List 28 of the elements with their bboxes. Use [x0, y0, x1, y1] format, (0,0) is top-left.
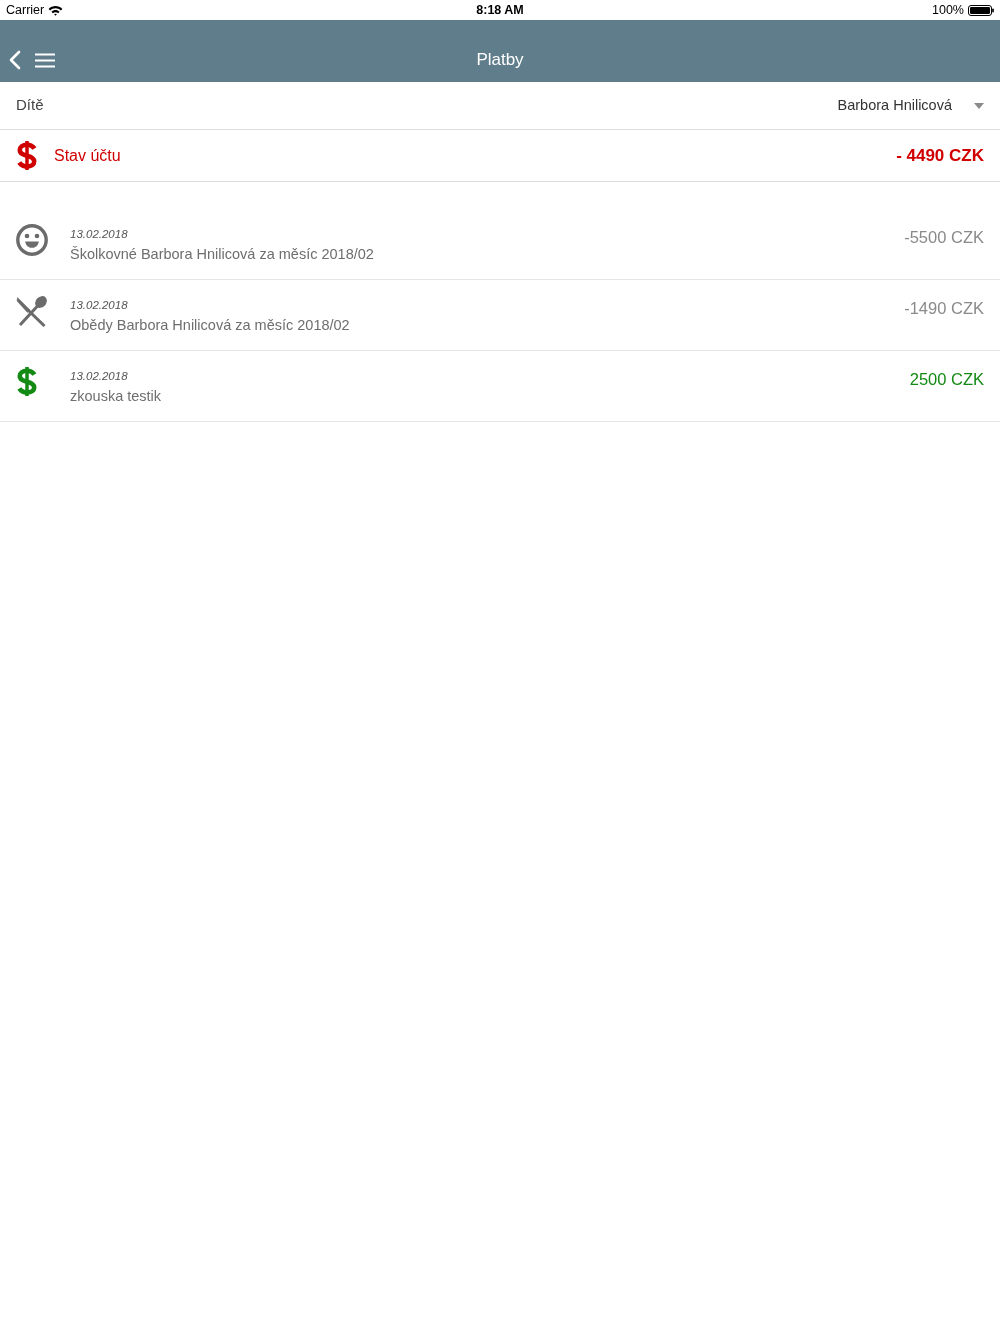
back-icon: [8, 50, 21, 70]
page-title: Platby: [476, 49, 524, 72]
dollar-icon: [16, 366, 38, 397]
payment-date: 13.02.2018: [70, 298, 129, 312]
payment-amount: 2500 CZK: [909, 369, 984, 390]
back-button[interactable]: [8, 50, 21, 70]
payment-amount: -1490 CZK: [904, 298, 984, 319]
payment-date: 13.02.2018: [70, 369, 129, 383]
child-label: Dítě: [16, 95, 44, 116]
payment-description: zkouska testik: [70, 387, 162, 406]
payment-description: Školkovné Barbora Hnilicová za měsíc 2018/02: [70, 245, 374, 264]
battery-icon: [968, 4, 994, 16]
dropdown-caret-icon: [974, 102, 984, 109]
payment-amount: -5500 CZK: [904, 227, 984, 248]
child-select[interactable]: Barbora Hnilicová: [837, 94, 984, 117]
menu-button[interactable]: [35, 52, 55, 68]
payment-date: 13.02.2018: [70, 227, 129, 241]
balance-label: Stav účtu: [54, 145, 121, 166]
dollar-icon: [16, 140, 38, 171]
menu-icon: [35, 52, 55, 68]
wifi-icon: [48, 4, 64, 16]
smiley-icon: [16, 224, 48, 256]
clock-text: 8:18 AM: [476, 1, 524, 19]
payment-description: Obědy Barbora Hnilicová za měsíc 2018/02: [70, 316, 350, 335]
spoon-knife-icon: [16, 295, 48, 327]
balance-amount: - 4490 CZK: [896, 144, 984, 167]
carrier-text: Carrier: [6, 1, 45, 19]
battery-percent-text: 100%: [932, 1, 964, 19]
